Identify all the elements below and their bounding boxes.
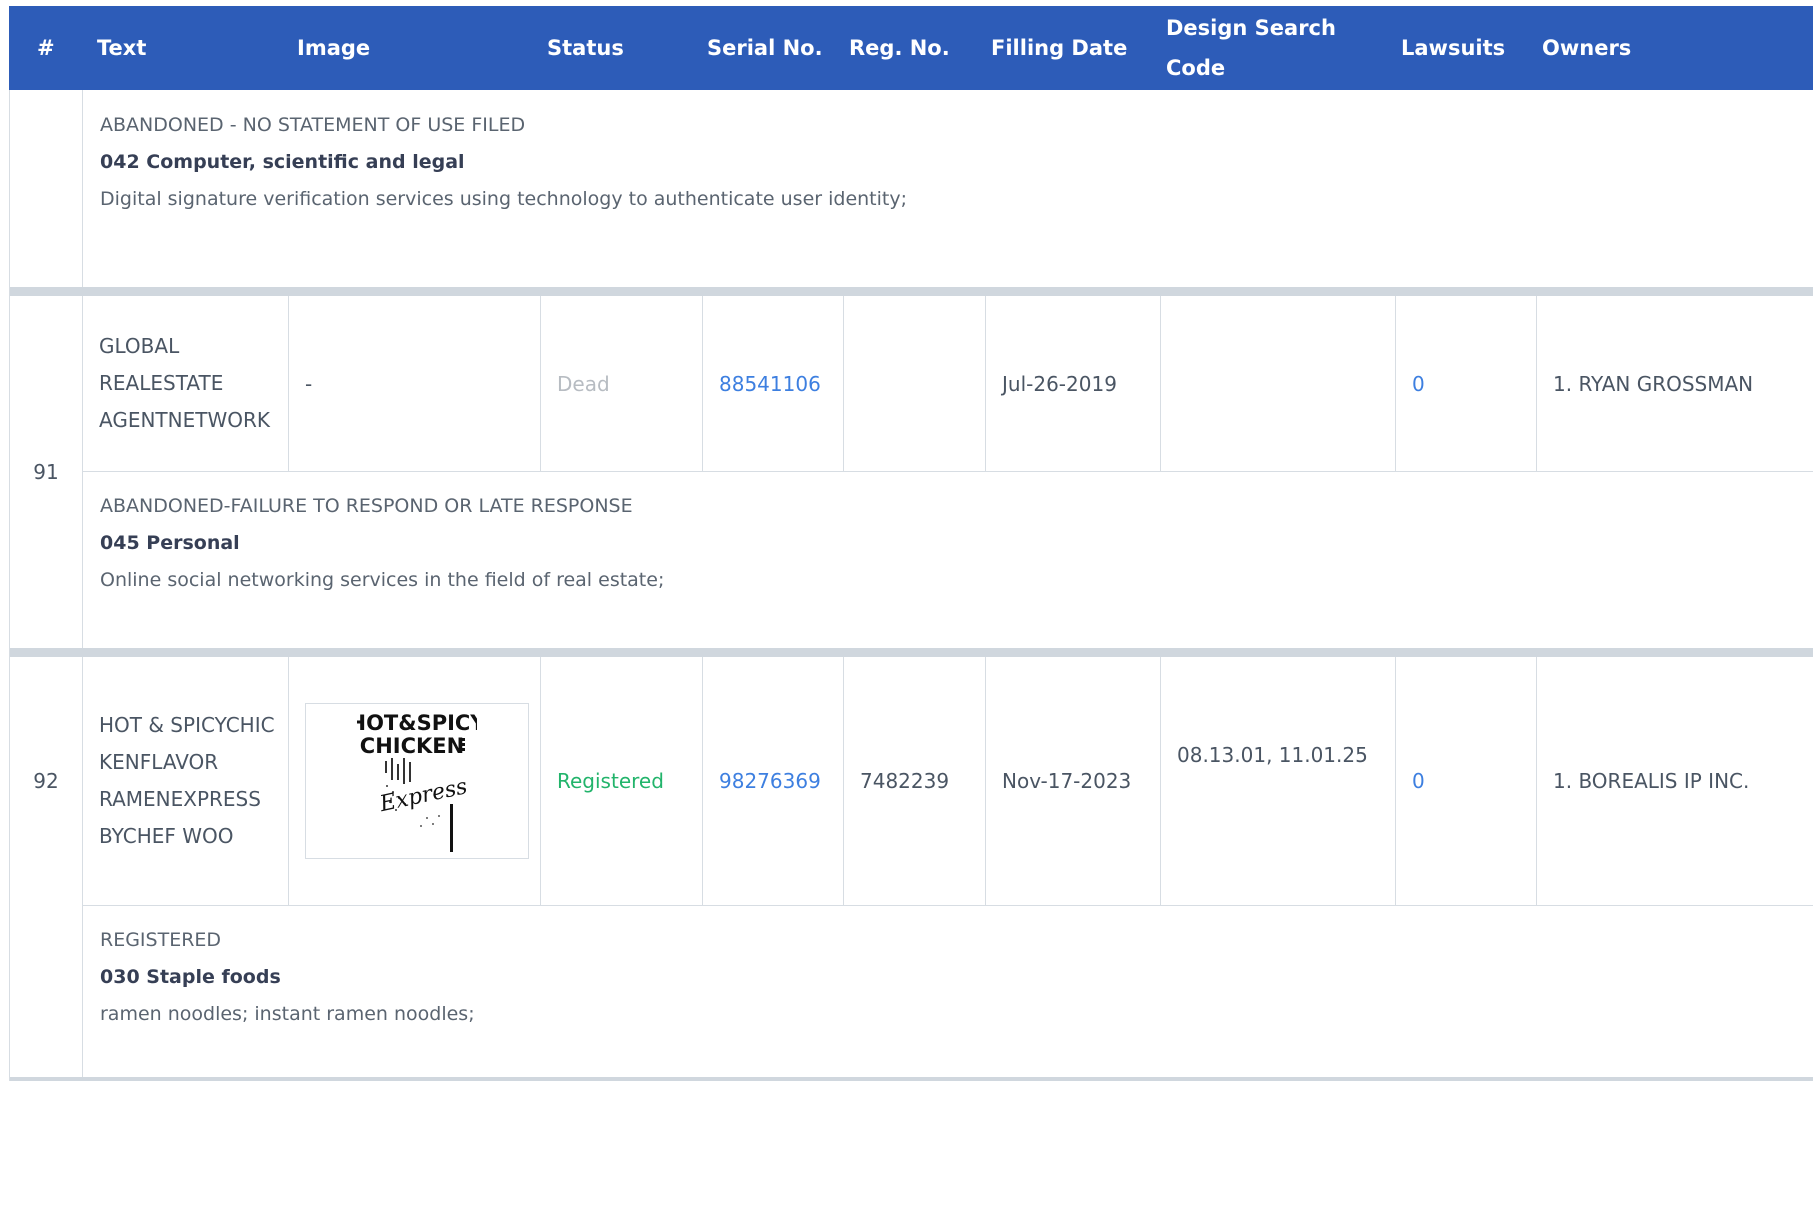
trademark-image[interactable]: HOT&SPICY CHICKEN bbox=[289, 657, 541, 905]
row-separator bbox=[9, 648, 1813, 657]
trademark-logo[interactable]: HOT&SPICY CHICKEN bbox=[305, 703, 529, 859]
col-header-lawsuits[interactable]: Lawsuits bbox=[1401, 6, 1505, 90]
text-line: AGENTNETWORK bbox=[99, 408, 270, 432]
col-header-reg[interactable]: Reg. No. bbox=[849, 6, 950, 90]
table-row[interactable]: 92 HOT & SPICYCHIC KENFLAVOR RAMENEXPRES… bbox=[9, 657, 1813, 1077]
col-header-filing[interactable]: Filling Date bbox=[991, 6, 1127, 90]
separator-bar bbox=[10, 1077, 1813, 1081]
col-header-serial[interactable]: Serial No. bbox=[707, 6, 823, 90]
col-header-num: # bbox=[37, 36, 55, 60]
row-number: 91 bbox=[33, 460, 59, 484]
col-header-design-line1: Design Search bbox=[1166, 16, 1336, 40]
detail-class: 042 Computer, scientific and legal bbox=[100, 151, 465, 173]
separator-bar bbox=[10, 287, 1813, 296]
text-line: REALESTATE bbox=[99, 371, 224, 395]
detail-description: Digital signature verification services … bbox=[100, 188, 908, 210]
text-line: KENFLAVOR bbox=[99, 750, 219, 774]
col-header-status[interactable]: Status bbox=[547, 6, 624, 90]
reg-number bbox=[844, 296, 986, 471]
logo-line2: CHICKEN bbox=[360, 734, 464, 758]
serial-number-link[interactable]: 88541106 bbox=[703, 296, 844, 471]
logo-express: Express bbox=[377, 774, 470, 817]
col-header-design-line2: Code bbox=[1166, 56, 1226, 80]
detail-status: REGISTERED bbox=[100, 929, 222, 951]
text-line: RAMENEXPRESS bbox=[99, 787, 261, 811]
detail-status: ABANDONED-FAILURE TO RESPOND OR LATE RES… bbox=[100, 495, 633, 517]
table-header: # Text Image Status Serial No. Reg. No. … bbox=[9, 6, 1813, 90]
serial-number-link[interactable]: 98276369 bbox=[703, 657, 844, 905]
separator-bar bbox=[10, 648, 1813, 657]
design-search-code bbox=[1161, 296, 1396, 471]
owners-value: 1. RYAN GROSSMAN bbox=[1553, 371, 1754, 396]
trademark-image: - bbox=[289, 296, 541, 471]
trademark-text: GLOBAL REALESTATE AGENTNETWORK bbox=[83, 296, 289, 471]
filing-date: Jul-26-2019 bbox=[986, 296, 1161, 471]
detail-panel: ABANDONED-FAILURE TO RESPOND OR LATE RES… bbox=[82, 471, 1813, 648]
text-line: BYCHEF WOO bbox=[99, 824, 234, 848]
col-header-image: Image bbox=[297, 36, 371, 60]
detail-class: 045 Personal bbox=[100, 532, 240, 554]
detail-description: ramen noodles; instant ramen noodles; bbox=[100, 1003, 475, 1025]
trademark-text: HOT & SPICYCHIC KENFLAVOR RAMENEXPRESS B… bbox=[83, 657, 289, 905]
lawsuits-link[interactable]: 0 bbox=[1396, 657, 1537, 905]
row-number: 92 bbox=[33, 769, 59, 793]
detail-class: 030 Staple foods bbox=[100, 966, 281, 988]
col-header-owners[interactable]: Owners bbox=[1542, 6, 1631, 90]
filing-date: Nov-17-2023 bbox=[986, 657, 1161, 905]
hot-spicy-chicken-logo-icon: HOT&SPICY CHICKEN bbox=[357, 711, 477, 852]
owners-value: 1. BOREALIS IP INC. bbox=[1553, 769, 1750, 793]
text-line: HOT & SPICYCHIC bbox=[99, 713, 275, 737]
table-row[interactable]: 91 GLOBAL REALESTATE AGENTNETWORK - Dead… bbox=[9, 296, 1813, 648]
row-separator bbox=[9, 1077, 1813, 1081]
table-row-detail-prev: ABANDONED - NO STATEMENT OF USE FILED 04… bbox=[9, 90, 1813, 287]
row-separator bbox=[9, 287, 1813, 296]
trademark-table: # Text Image Status Serial No. Reg. No. … bbox=[9, 6, 1813, 1081]
col-header-design[interactable]: Design Search Code bbox=[1166, 6, 1336, 90]
detail-description: Online social networking services in the… bbox=[100, 569, 665, 591]
reg-number: 7482239 bbox=[844, 657, 986, 905]
design-search-code: 08.13.01, 11.01.25 bbox=[1161, 657, 1396, 905]
detail-panel: REGISTERED 030 Staple foods ramen noodle… bbox=[82, 905, 1813, 1077]
lawsuits-link[interactable]: 0 bbox=[1396, 296, 1537, 471]
logo-line1: HOT&SPICY bbox=[357, 711, 477, 735]
status-value: Registered bbox=[541, 657, 703, 905]
detail-status: ABANDONED - NO STATEMENT OF USE FILED bbox=[100, 114, 526, 136]
status-value: Dead bbox=[541, 296, 703, 471]
detail-panel: ABANDONED - NO STATEMENT OF USE FILED 04… bbox=[82, 90, 1813, 287]
text-line: GLOBAL bbox=[99, 334, 180, 358]
col-header-text[interactable]: Text bbox=[97, 6, 146, 90]
